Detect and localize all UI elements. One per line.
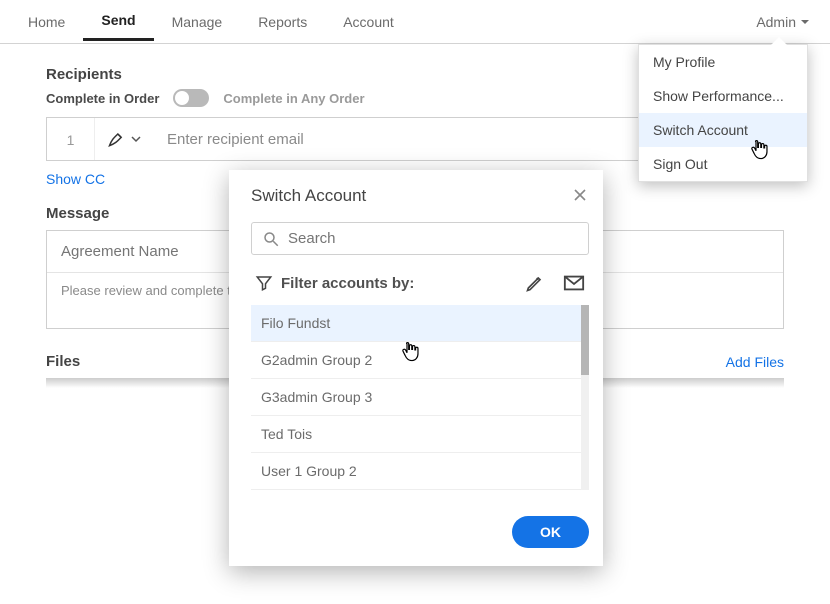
account-item[interactable]: G2admin Group 2: [251, 342, 589, 379]
menu-show-performance[interactable]: Show Performance...: [639, 79, 807, 113]
menu-sign-out[interactable]: Sign Out: [639, 147, 807, 181]
tab-home[interactable]: Home: [10, 4, 83, 40]
account-item[interactable]: Ted Tois: [251, 416, 589, 453]
account-item[interactable]: User 1 Group 2: [251, 453, 589, 490]
chevron-down-icon: [131, 134, 141, 144]
filter-row: Filter accounts by:: [251, 267, 589, 305]
tab-send[interactable]: Send: [83, 2, 153, 41]
account-item[interactable]: G3admin Group 3: [251, 379, 589, 416]
chevron-down-icon: [800, 17, 810, 27]
pen-icon: [107, 129, 127, 149]
order-toggle[interactable]: [173, 89, 209, 107]
filter-label: Filter accounts by:: [281, 275, 414, 292]
show-cc-link[interactable]: Show CC: [46, 171, 105, 187]
menu-switch-account[interactable]: Switch Account: [639, 113, 807, 147]
signer-role-selector[interactable]: [95, 129, 159, 149]
tab-reports[interactable]: Reports: [240, 4, 325, 40]
switch-account-modal: Switch Account Filter accounts by: Filo …: [229, 170, 603, 566]
edit-icon[interactable]: [525, 273, 545, 293]
complete-any-order-label: Complete in Any Order: [223, 91, 364, 106]
admin-menu-trigger[interactable]: Admin: [756, 14, 820, 30]
mail-icon[interactable]: [563, 273, 585, 293]
modal-close-button[interactable]: [573, 188, 587, 205]
tab-account[interactable]: Account: [325, 4, 412, 40]
scrollbar-thumb[interactable]: [581, 305, 589, 375]
recipient-number: 1: [47, 118, 95, 160]
account-item[interactable]: Filo Fundst: [251, 305, 589, 342]
menu-my-profile[interactable]: My Profile: [639, 45, 807, 79]
close-icon: [573, 188, 587, 202]
accounts-list: Filo Fundst G2admin Group 2 G3admin Grou…: [251, 305, 589, 490]
search-input[interactable]: [280, 229, 578, 248]
filter-icon: [255, 274, 273, 292]
ok-button[interactable]: OK: [512, 516, 589, 548]
files-heading: Files: [46, 353, 80, 370]
top-nav: Home Send Manage Reports Account Admin: [0, 0, 830, 44]
search-box[interactable]: [251, 222, 589, 255]
tab-manage[interactable]: Manage: [154, 4, 241, 40]
add-files-link[interactable]: Add Files: [726, 354, 784, 370]
toggle-knob: [175, 91, 189, 105]
user-label: Admin: [756, 14, 796, 30]
modal-footer: OK: [251, 516, 589, 548]
modal-title: Switch Account: [251, 186, 589, 206]
search-icon: [262, 230, 280, 248]
admin-dropdown: My Profile Show Performance... Switch Ac…: [638, 44, 808, 182]
complete-in-order-label: Complete in Order: [46, 91, 159, 106]
